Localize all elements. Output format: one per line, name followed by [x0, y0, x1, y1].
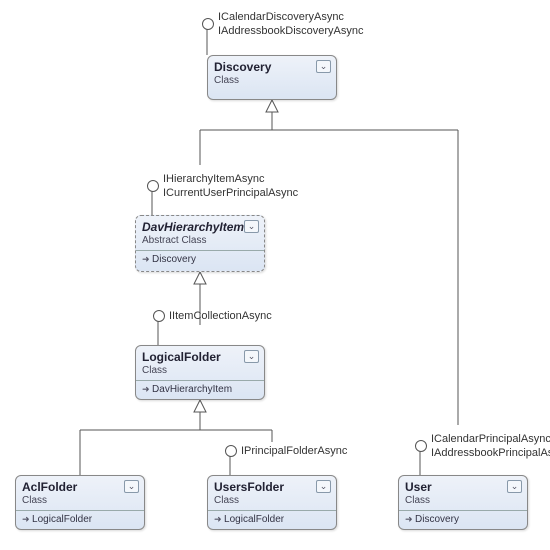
- class-acl-folder[interactable]: ⌄ AclFolder Class LogicalFolder: [15, 475, 145, 530]
- expand-icon[interactable]: ⌄: [244, 220, 259, 233]
- class-inherits: Discovery: [405, 514, 521, 525]
- interface-label: ICalendarPrincipalAsync IAddressbookPrin…: [431, 432, 550, 460]
- expand-icon[interactable]: ⌄: [124, 480, 139, 493]
- lollipop-icon: [225, 445, 237, 457]
- expand-icon[interactable]: ⌄: [507, 480, 522, 493]
- lollipop-icon: [147, 180, 159, 192]
- class-stereotype: Class: [142, 365, 258, 376]
- class-stereotype: Class: [405, 495, 521, 506]
- class-logical-folder[interactable]: ⌄ LogicalFolder Class DavHierarchyItem: [135, 345, 265, 400]
- class-inherits: LogicalFolder: [214, 514, 330, 525]
- class-users-folder[interactable]: ⌄ UsersFolder Class LogicalFolder: [207, 475, 337, 530]
- class-title: DavHierarchyItem: [142, 220, 258, 234]
- expand-icon[interactable]: ⌄: [316, 60, 331, 73]
- expand-icon[interactable]: ⌄: [316, 480, 331, 493]
- class-stereotype: Abstract Class: [142, 235, 258, 246]
- class-dav-hierarchy-item[interactable]: ⌄ DavHierarchyItem Abstract Class Discov…: [135, 215, 265, 272]
- class-stereotype: Class: [214, 75, 330, 86]
- class-user[interactable]: ⌄ User Class Discovery: [398, 475, 528, 530]
- lollipop-icon: [202, 18, 214, 30]
- class-discovery[interactable]: ⌄ Discovery Class: [207, 55, 337, 100]
- class-title: LogicalFolder: [142, 350, 258, 364]
- class-inherits: DavHierarchyItem: [142, 384, 258, 395]
- interface-label: IItemCollectionAsync: [169, 309, 272, 323]
- expand-icon[interactable]: ⌄: [244, 350, 259, 363]
- interface-label: IHierarchyItemAsync ICurrentUserPrincipa…: [163, 172, 298, 200]
- class-title: UsersFolder: [214, 480, 330, 494]
- lollipop-icon: [415, 440, 427, 452]
- interface-label: IPrincipalFolderAsync: [241, 444, 347, 458]
- class-title: Discovery: [214, 60, 330, 74]
- class-title: User: [405, 480, 521, 494]
- class-title: AclFolder: [22, 480, 138, 494]
- lollipop-icon: [153, 310, 165, 322]
- class-stereotype: Class: [214, 495, 330, 506]
- class-stereotype: Class: [22, 495, 138, 506]
- interface-label: ICalendarDiscoveryAsync IAddressbookDisc…: [218, 10, 364, 38]
- class-inherits: Discovery: [142, 254, 258, 265]
- class-inherits: LogicalFolder: [22, 514, 138, 525]
